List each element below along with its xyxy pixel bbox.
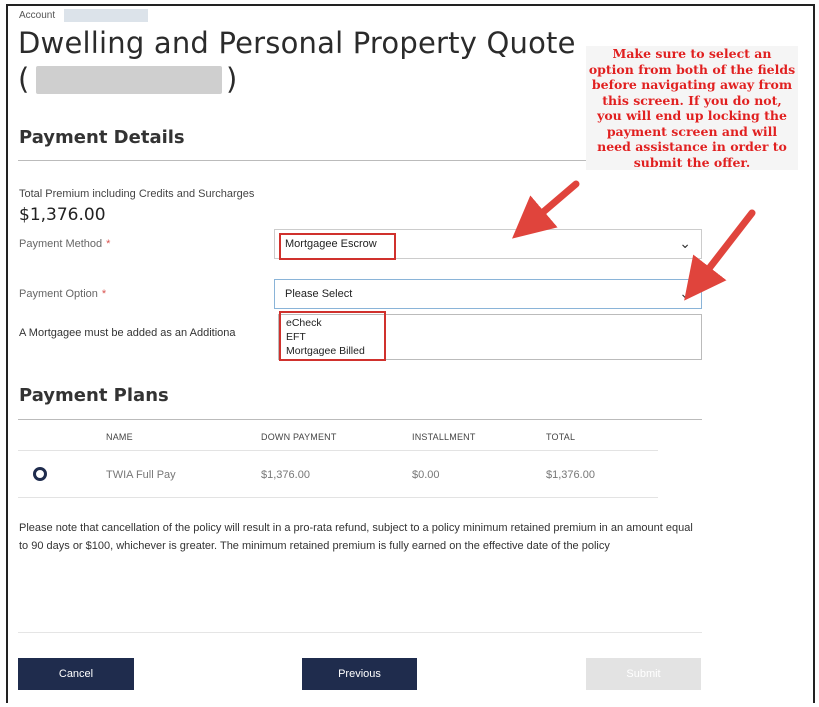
arrow-to-payment-option [684, 209, 756, 301]
arrow-to-payment-method [512, 180, 580, 239]
annotation-arrows [512, 180, 756, 301]
